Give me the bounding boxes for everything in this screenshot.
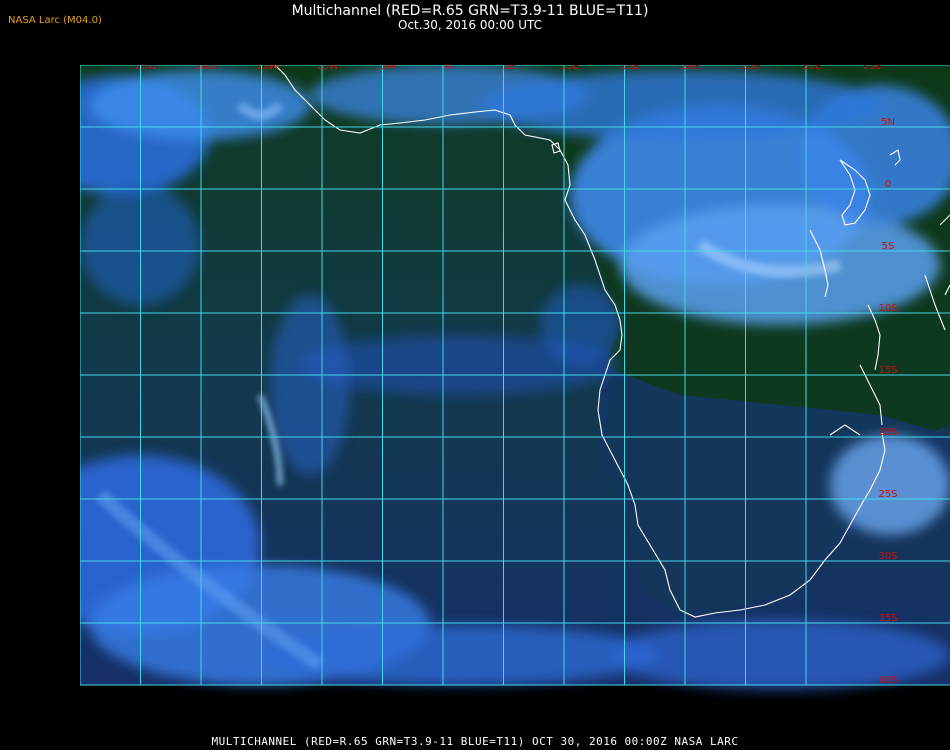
latitude-label: 5N [881, 117, 895, 128]
longitude-label: 35E [862, 65, 881, 72]
longitude-label: 25E [741, 65, 760, 72]
longitude-label: 10W [316, 65, 339, 72]
image-title: Multichannel (RED=R.65 GRN=T3.9-11 BLUE=… [291, 3, 649, 19]
longitude-label: 15W [256, 65, 279, 72]
satellite-map: 25W 20W 15W 10W 5W 0 5E 10E 15E 20E 25E 30E 35E 5N 0 5S… [80, 65, 950, 728]
footer-caption: MULTICHANNEL (RED=R.65 GRN=T3.9-11 BLUE=… [211, 735, 739, 748]
longitude-label: 5W [380, 65, 396, 72]
longitude-label: 0 [445, 65, 451, 72]
longitude-label: 10E [560, 65, 579, 72]
latitude-label: 35S [878, 613, 897, 624]
latitude-label: 10S [878, 303, 897, 314]
latitude-label: 30S [878, 551, 897, 562]
latitude-label: 25S [878, 489, 897, 500]
image-timestamp: Oct.30, 2016 00:00 UTC [398, 18, 542, 32]
latitude-label: 20S [878, 427, 897, 438]
image-bottom-margin [80, 685, 950, 728]
latitude-label: 5S [882, 241, 895, 252]
longitude-label: 20W [195, 65, 218, 72]
longitude-label: 25W [135, 65, 158, 72]
longitude-label: 15E [620, 65, 639, 72]
latitude-label: 40S [878, 675, 897, 686]
longitude-label: 20E [681, 65, 700, 72]
latitude-label: 15S [878, 365, 897, 376]
longitude-label: 30E [802, 65, 821, 72]
satellite-image-frame: 25W 20W 15W 10W 5W 0 5E 10E 15E 20E 25E 30E 35E 5N 0 5S… [80, 65, 950, 728]
latitude-label: 0 [885, 179, 891, 190]
longitude-label: 5E [503, 65, 516, 72]
